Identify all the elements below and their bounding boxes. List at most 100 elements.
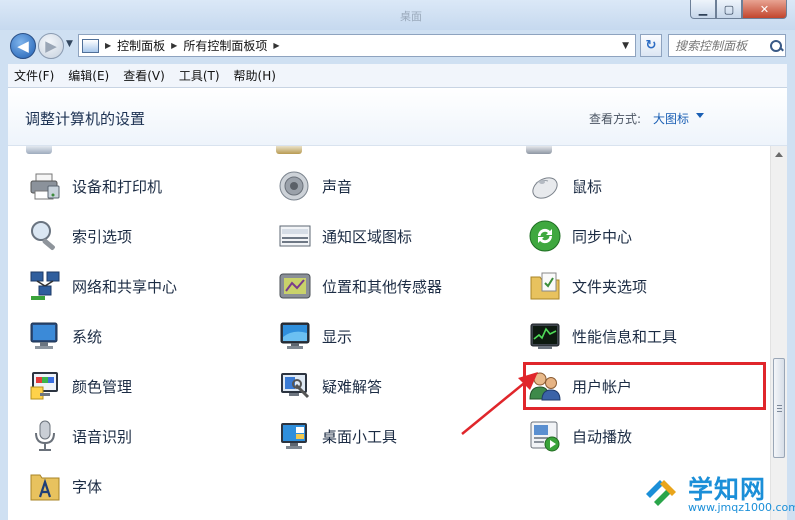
back-arrow-icon: ◀ [17,37,29,55]
scrollbar-thumb[interactable] [773,358,785,458]
menu-file[interactable]: 文件(F) [14,67,54,84]
cp-item-label: 设备和打印机 [72,177,163,196]
recent-pages-dropdown-icon[interactable]: ▼ [66,39,73,49]
breadcrumb-separator-icon[interactable]: ▶ [171,41,177,50]
content-header: 调整计算机的设置 查看方式: 大图标 [8,88,787,146]
address-bar[interactable]: ▶ 控制面板 ▶ 所有控制面板项 ▶ ▼ [78,34,636,57]
window-title: 桌面 [400,10,422,23]
cp-item-display[interactable]: 显示 [278,316,352,356]
cp-item-indexing-options[interactable]: 索引选项 [28,216,132,256]
scrollbar-grip-icon [777,405,782,406]
menu-help[interactable]: 帮助(H) [234,67,276,84]
back-button[interactable]: ◀ [10,33,36,59]
close-icon: ✕ [759,2,770,16]
cp-item-system[interactable]: 系统 [28,316,102,356]
magnifier-icon [28,219,62,253]
cp-item-sound[interactable]: 声音 [278,166,352,206]
mouse-icon [528,169,562,203]
minimize-button[interactable]: ▁ [690,0,716,19]
cp-item-label: 性能信息和工具 [572,327,678,346]
forward-arrow-icon: ▶ [45,37,57,55]
cp-item-sync-center[interactable]: 同步中心 [528,216,632,256]
watermark-url: www.jmqz1000.com [688,501,795,514]
fonts-icon [28,469,62,503]
cp-item-label: 文件夹选项 [572,277,648,296]
maximize-icon: ▢ [723,2,735,16]
menu-bar: 文件(F) 编辑(E) 查看(V) 工具(T) 帮助(H) [8,64,787,88]
cp-item-performance[interactable]: 性能信息和工具 [528,316,677,356]
cp-item-label: 网络和共享中心 [72,277,178,296]
search-icon[interactable] [769,39,783,53]
cp-item-troubleshooting[interactable]: 疑难解答 [278,366,382,406]
maximize-button[interactable]: ▢ [716,0,742,19]
vertical-scrollbar[interactable] [770,146,787,520]
breadcrumb-all-items[interactable]: 所有控制面板项 [183,37,267,54]
search-input[interactable] [675,38,767,53]
computer-icon [28,319,62,353]
cp-item-label: 位置和其他传感器 [322,277,443,296]
forward-button[interactable]: ▶ [38,33,64,59]
breadcrumb-control-panel[interactable]: 控制面板 [117,37,165,54]
search-box[interactable] [668,34,786,57]
cp-item-fonts[interactable]: 字体 [28,466,102,506]
cp-item-label: 自动播放 [572,427,633,446]
network-icon [28,269,62,303]
cp-item-label: 桌面小工具 [322,427,398,446]
cp-item-desktop-gadgets[interactable]: 桌面小工具 [278,416,397,456]
cp-item-color-management[interactable]: 颜色管理 [28,366,132,406]
view-by-label: 查看方式: [589,112,642,126]
cp-item-network-sharing[interactable]: 网络和共享中心 [28,266,177,306]
cp-item-label: 声音 [322,177,353,196]
address-row: ◀ ▶ ▼ ▶ 控制面板 ▶ 所有控制面板项 ▶ ▼ ↻ [0,30,795,62]
watermark-logo-icon [646,480,676,506]
printer-icon [28,169,62,203]
cp-item-location-sensors[interactable]: 位置和其他传感器 [278,266,442,306]
cp-item-label: 系统 [72,327,103,346]
gadgets-icon [278,419,312,453]
cp-item-folder-options[interactable]: 文件夹选项 [528,266,647,306]
partial-icon [276,146,302,154]
display-icon [278,319,312,353]
breadcrumb-separator-icon[interactable]: ▶ [105,41,111,50]
menu-view[interactable]: 查看(V) [123,67,165,84]
refresh-icon: ↻ [645,38,657,53]
performance-icon [528,319,562,353]
microphone-icon [28,419,62,453]
scroll-up-icon[interactable] [775,152,783,157]
cp-item-label: 显示 [322,327,353,346]
refresh-button[interactable]: ↻ [640,34,662,57]
cp-item-devices-printers[interactable]: 设备和打印机 [28,166,162,206]
watermark: 学知网 www.jmqz1000.com [634,468,795,518]
cp-item-mouse[interactable]: 鼠标 [528,166,602,206]
partial-icon [26,146,52,154]
address-dropdown-icon[interactable]: ▼ [622,41,629,51]
cp-item-label: 字体 [72,477,103,496]
breadcrumb-separator-icon[interactable]: ▶ [273,41,279,50]
page-title: 调整计算机的设置 [25,110,146,128]
cp-item-notification-icons[interactable]: 通知区域图标 [278,216,412,256]
sync-icon [528,219,562,253]
cp-item-label: 鼠标 [572,177,603,196]
cp-item-speech-recognition[interactable]: 语音识别 [28,416,132,456]
annotation-arrow [461,372,538,435]
folder-options-icon [528,269,562,303]
title-bar: 桌面 ▁ ▢ ✕ [0,0,795,30]
content-pane: 调整计算机的设置 查看方式: 大图标 设备和打印机 声音 鼠标 索引选项 通知区… [8,88,787,520]
partial-icon [526,146,552,154]
close-button[interactable]: ✕ [742,0,787,19]
color-management-icon [28,369,62,403]
speaker-icon [278,169,312,203]
control-panel-icon [82,38,99,53]
view-by-dropdown[interactable]: 大图标 [653,110,689,127]
sensor-icon [278,269,312,303]
minimize-icon: ▁ [698,2,708,16]
annotation-highlight-box [523,362,766,410]
menu-tools[interactable]: 工具(T) [179,67,220,84]
tray-icon [278,219,312,253]
cp-item-label: 通知区域图标 [322,227,413,246]
view-by-caret-icon[interactable] [696,113,704,118]
menu-edit[interactable]: 编辑(E) [68,67,109,84]
troubleshoot-icon [278,369,312,403]
cp-item-label: 同步中心 [572,227,633,246]
cp-item-label: 语音识别 [72,427,133,446]
